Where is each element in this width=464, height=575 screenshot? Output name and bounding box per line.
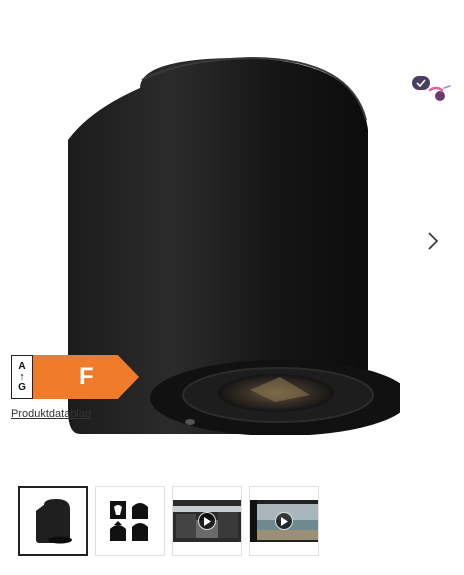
energy-scale-top: A <box>18 360 26 372</box>
scale-arrow-icon: ↑ <box>19 370 25 383</box>
light-pattern-icons <box>110 501 148 541</box>
main-product-image[interactable]: A ↑ G F Produktdatablad <box>0 0 464 470</box>
thumbnail-light-pattern[interactable] <box>95 486 165 556</box>
thumbnail-lamp[interactable] <box>18 486 88 556</box>
play-icon <box>198 512 216 530</box>
video-preview <box>250 487 318 555</box>
chevron-right-icon <box>428 232 439 250</box>
product-gallery-page: A ↑ G F Produktdatablad <box>0 0 464 575</box>
energy-scale: A ↑ G <box>11 355 33 399</box>
lamp-thumbnail-icon <box>36 499 72 544</box>
energy-class-badge: F <box>33 355 139 399</box>
energy-label[interactable]: A ↑ G F <box>11 355 139 399</box>
brush-badge-icon <box>428 85 451 101</box>
thumbnail-strip <box>18 486 319 556</box>
energy-scale-bottom: G <box>18 381 26 393</box>
next-image-button[interactable] <box>422 228 444 254</box>
play-icon <box>275 512 293 530</box>
video-preview <box>173 487 241 555</box>
product-datasheet-link[interactable]: Produktdatablad <box>11 408 101 420</box>
thumbnail-video-2[interactable] <box>249 486 319 556</box>
thumbnail-video-1[interactable] <box>172 486 242 556</box>
